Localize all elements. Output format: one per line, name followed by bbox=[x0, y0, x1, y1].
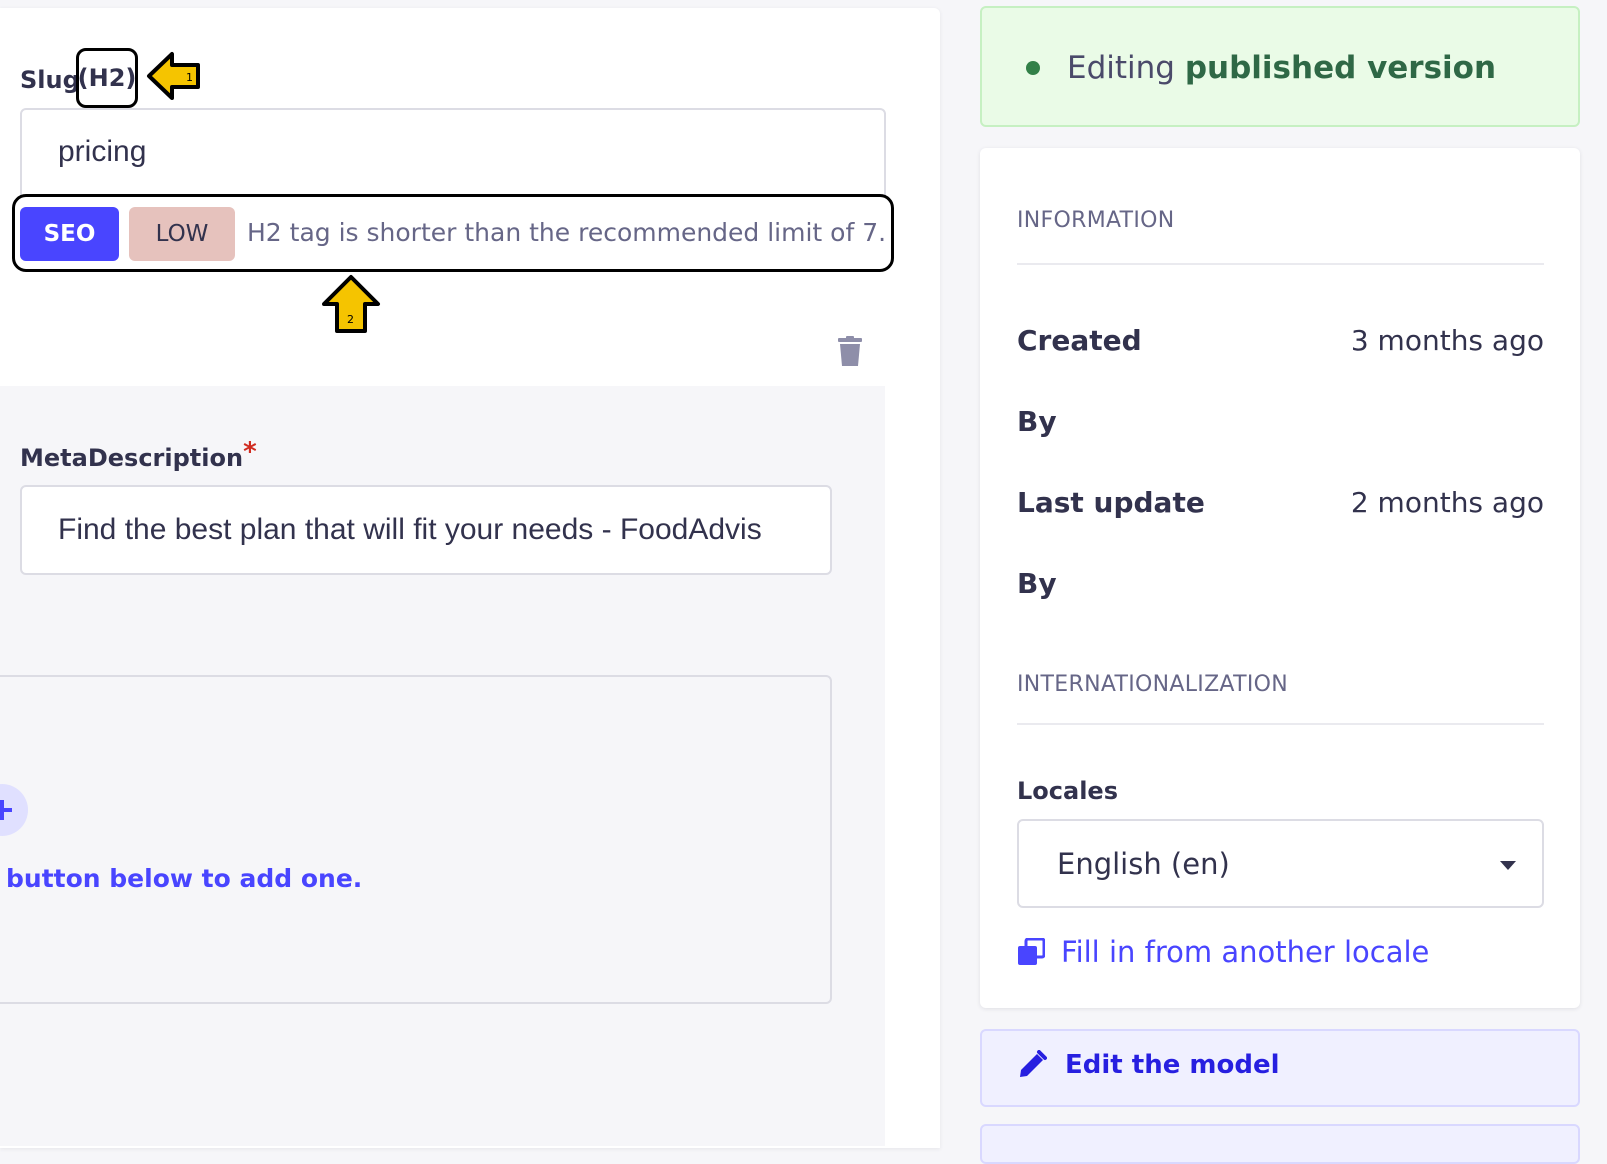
seo-badge: SEO bbox=[20, 207, 119, 261]
annotation-arrow-2-icon: 2 bbox=[322, 275, 380, 333]
annotation-2-label: 2 bbox=[347, 313, 354, 326]
information-divider bbox=[1017, 263, 1544, 265]
next-action-card[interactable] bbox=[980, 1124, 1580, 1164]
last-update-label: Last update bbox=[1017, 486, 1205, 519]
information-title: INFORMATION bbox=[1017, 208, 1175, 233]
locale-select-value: English (en) bbox=[1057, 846, 1230, 881]
meta-description-input[interactable]: Find the best plan that will fit your ne… bbox=[20, 485, 832, 575]
required-marker: * bbox=[243, 437, 257, 467]
copy-icon bbox=[1018, 938, 1045, 965]
trash-icon[interactable] bbox=[838, 336, 862, 366]
locales-label: Locales bbox=[1017, 777, 1118, 805]
seo-message: H2 tag is shorter than the recommended l… bbox=[247, 218, 887, 247]
plus-icon bbox=[0, 800, 12, 820]
heading-tag-highlight: (H2) bbox=[76, 48, 138, 108]
fill-from-locale-link[interactable]: Fill in from another locale bbox=[1017, 932, 1429, 972]
internationalization-title: INTERNATIONALIZATION bbox=[1017, 672, 1288, 697]
slug-label: Slug bbox=[20, 66, 80, 94]
annotation-arrow-1-icon: 1 bbox=[147, 52, 200, 100]
status-dot-icon bbox=[1026, 61, 1040, 75]
dynamic-zone-empty bbox=[0, 675, 832, 1004]
annotation-1-label: 1 bbox=[186, 71, 193, 84]
internationalization-divider bbox=[1017, 723, 1544, 725]
created-by-label: By bbox=[1017, 405, 1057, 438]
meta-description-label: MetaDescription* bbox=[20, 437, 257, 472]
status-text: Editing published version bbox=[1067, 50, 1497, 86]
last-update-value: 2 months ago bbox=[1350, 486, 1544, 519]
dynamic-zone-hint: button below to add one. bbox=[6, 864, 363, 893]
caret-down-icon[interactable] bbox=[1500, 861, 1516, 870]
created-label: Created bbox=[1017, 324, 1142, 357]
slug-input[interactable]: pricing bbox=[20, 108, 886, 202]
severity-badge: LOW bbox=[129, 207, 235, 261]
pencil-icon bbox=[1020, 1050, 1047, 1077]
updated-by-label: By bbox=[1017, 567, 1057, 600]
created-value: 3 months ago bbox=[1350, 324, 1544, 357]
edit-model-button[interactable]: Edit the model bbox=[1017, 1050, 1280, 1080]
locale-select[interactable]: English (en) bbox=[1017, 819, 1544, 908]
fill-from-locale-label: Fill in from another locale bbox=[1061, 935, 1430, 969]
edit-model-label: Edit the model bbox=[1065, 1050, 1280, 1080]
